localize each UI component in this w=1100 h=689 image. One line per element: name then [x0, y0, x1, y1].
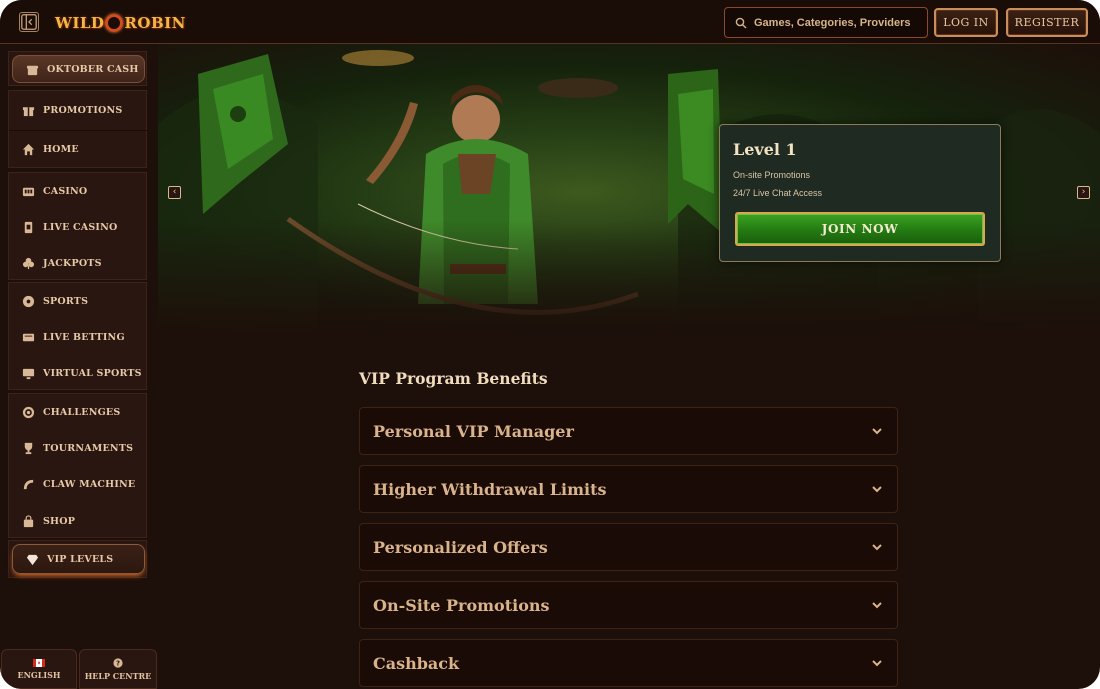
svg-text:?: ?	[116, 659, 120, 667]
sidebar-item-vip-levels[interactable]: VIP LEVELS	[12, 544, 145, 574]
claw-icon	[21, 478, 35, 492]
sidebar-item-home[interactable]: HOME	[9, 130, 148, 169]
search-input[interactable]: Games, Categories, Providers	[724, 7, 928, 38]
register-button[interactable]: REGISTER	[1006, 8, 1088, 37]
search-icon	[735, 17, 747, 28]
nav-group-vip: VIP LEVELS	[8, 540, 147, 578]
trophy-icon	[21, 441, 35, 455]
collapse-sidebar-icon[interactable]	[19, 12, 39, 32]
language-button[interactable]: ENGLISH	[1, 649, 77, 689]
sidebar-item-casino[interactable]: CASINO	[9, 173, 148, 209]
logo-text-robin: ROBIN	[124, 14, 186, 32]
level-title: Level 1	[733, 140, 797, 159]
ball-icon	[21, 294, 35, 308]
hero-next-arrow-icon[interactable]: ›	[1077, 186, 1090, 199]
sidebar-item-claw-machine[interactable]: CLAW MACHINE	[9, 466, 148, 503]
level-benefit: 24/7 Live Chat Access	[733, 188, 823, 198]
gift-box-icon	[25, 62, 39, 76]
accordion-label: On-Site Promotions	[373, 595, 550, 615]
login-button[interactable]: LOG IN	[934, 8, 998, 37]
accordion-label: Personal VIP Manager	[373, 421, 574, 441]
logo-text-wild: WILD	[55, 14, 105, 32]
sidebar-item-oktober-cash[interactable]: OKTOBER CASH	[12, 55, 145, 83]
sidebar-item-label: JACKPOTS	[43, 257, 102, 269]
sidebar-item-label: HOME	[43, 144, 79, 155]
level-benefit: On-site Promotions	[733, 170, 811, 180]
sidebar-item-live-betting[interactable]: LIVE BETTING	[9, 319, 148, 355]
hero-prev-arrow-icon[interactable]: ‹	[168, 186, 181, 199]
chevron-down-icon	[872, 544, 882, 551]
sidebar-item-tournaments[interactable]: TOURNAMENTS	[9, 430, 148, 466]
nav-group-main: PROMOTIONS HOME	[8, 90, 148, 169]
app-window: WILD ROBIN Games, Categories, Providers …	[0, 0, 1100, 689]
accordion-cashback[interactable]: Cashback	[359, 639, 898, 687]
diamond-icon	[25, 552, 39, 566]
target-icon	[21, 405, 35, 419]
help-centre-button[interactable]: ? HELP CENTRE	[79, 649, 157, 689]
live-icon	[21, 330, 35, 344]
sidebar: OKTOBER CASH PROMOTIONS HOME CASINO LIVE…	[0, 44, 158, 689]
top-bar: WILD ROBIN Games, Categories, Providers …	[0, 0, 1100, 44]
accordion-label: Personalized Offers	[373, 537, 548, 557]
sidebar-item-label: PROMOTIONS	[43, 105, 123, 116]
sidebar-item-label: TOURNAMENTS	[43, 442, 134, 454]
chevron-down-icon	[872, 486, 882, 493]
canada-flag-icon	[33, 658, 45, 667]
cards-icon	[21, 220, 35, 234]
help-label: HELP CENTRE	[84, 670, 152, 681]
monitor-icon	[21, 366, 35, 380]
slot-machine-icon	[21, 184, 35, 198]
sidebar-item-label: VIP LEVELS	[47, 553, 114, 565]
chevron-down-icon	[872, 660, 882, 667]
logo-ring-icon	[105, 14, 124, 32]
sidebar-item-virtual-sports[interactable]: VIRTUAL SPORTS	[9, 355, 148, 391]
sidebar-item-label: LIVE BETTING	[43, 331, 125, 343]
nav-group-casino: CASINO LIVE CASINO JACKPOTS	[8, 172, 147, 280]
sidebar-item-promotions[interactable]: PROMOTIONS	[9, 91, 148, 130]
accordion-personalized-offers[interactable]: Personalized Offers	[359, 523, 898, 571]
gift-icon	[21, 104, 35, 118]
language-label: ENGLISH	[17, 669, 61, 680]
chevron-down-icon	[872, 602, 882, 609]
sidebar-item-live-casino[interactable]: LIVE CASINO	[9, 209, 148, 245]
home-icon	[21, 143, 35, 157]
help-icon: ?	[113, 657, 123, 668]
accordion-on-site-promotions[interactable]: On-Site Promotions	[359, 581, 898, 629]
join-now-button[interactable]: JOIN NOW	[735, 212, 985, 246]
sidebar-item-label: SPORTS	[43, 295, 89, 307]
vip-section-title: VIP Program Benefits	[359, 369, 548, 388]
nav-group-featured: OKTOBER CASH	[8, 51, 147, 86]
sidebar-item-label: OKTOBER CASH	[47, 63, 139, 75]
sidebar-item-shop[interactable]: SHOP	[9, 503, 148, 539]
search-placeholder: Games, Categories, Providers	[754, 16, 911, 29]
sidebar-item-label: SHOP	[43, 515, 76, 527]
sidebar-item-jackpots[interactable]: JACKPOTS	[9, 245, 148, 281]
nav-group-extras: CHALLENGES TOURNAMENTS CLAW MACHINE SHOP	[8, 393, 147, 538]
accordion-label: Higher Withdrawal Limits	[373, 479, 607, 499]
sidebar-item-label: LIVE CASINO	[43, 221, 118, 233]
sidebar-item-label: CASINO	[43, 185, 88, 197]
level-card: Level 1 On-site Promotions 24/7 Live Cha…	[719, 124, 1001, 262]
brand-logo[interactable]: WILD ROBIN	[55, 11, 186, 35]
sidebar-item-sports[interactable]: SPORTS	[9, 283, 148, 319]
sidebar-item-label: CLAW MACHINE	[43, 479, 136, 490]
sidebar-item-challenges[interactable]: CHALLENGES	[9, 394, 148, 430]
accordion-label: Cashback	[373, 653, 460, 673]
sidebar-item-label: VIRTUAL SPORTS	[43, 367, 142, 379]
accordion-higher-withdrawal-limits[interactable]: Higher Withdrawal Limits	[359, 465, 898, 513]
nav-group-sports: SPORTS LIVE BETTING VIRTUAL SPORTS	[8, 282, 147, 390]
clover-icon	[21, 256, 35, 270]
accordion-personal-vip-manager[interactable]: Personal VIP Manager	[359, 407, 898, 455]
chevron-down-icon	[872, 428, 882, 435]
sidebar-item-label: CHALLENGES	[43, 406, 121, 418]
bag-icon	[21, 514, 35, 528]
